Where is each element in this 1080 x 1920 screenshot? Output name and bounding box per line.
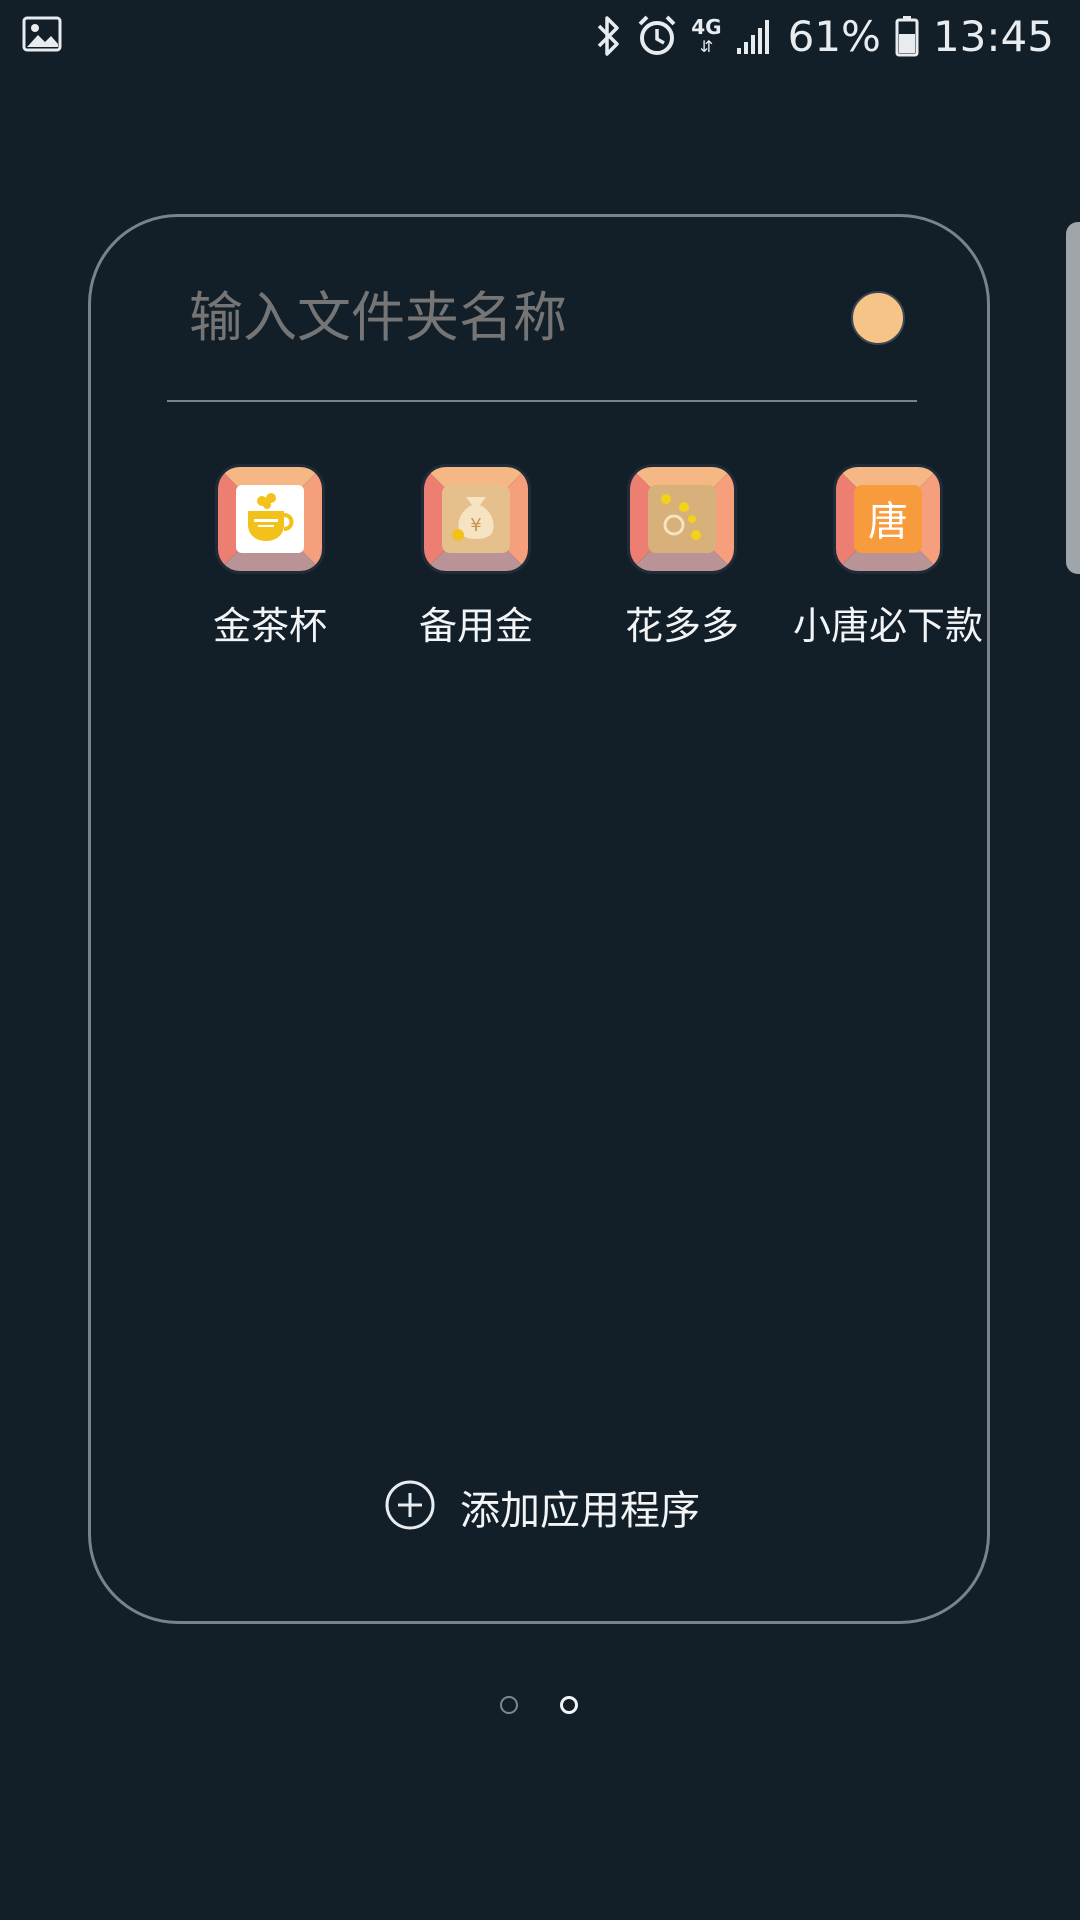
plus-circle-icon — [384, 1479, 436, 1535]
app-label: 花多多 — [624, 604, 739, 648]
app-label: 小唐必下款 — [792, 604, 983, 648]
page-dot[interactable] — [500, 1696, 518, 1714]
coins-icon — [630, 467, 734, 571]
add-apps-button[interactable]: 添加应用程序 — [91, 1477, 993, 1537]
page-indicator — [0, 1696, 1080, 1720]
clock: 13:45 — [932, 11, 1054, 61]
network-type: 4G ⇵ — [691, 17, 721, 55]
data-arrows-icon: ⇵ — [699, 37, 714, 56]
bluetooth-icon — [593, 14, 623, 58]
app-label: 金茶杯 — [212, 604, 327, 648]
signal-icon — [736, 16, 774, 56]
tang-character-icon: 唐 — [836, 467, 940, 571]
page-dot-current[interactable] — [560, 1696, 578, 1714]
image-icon — [22, 14, 62, 54]
add-apps-label: 添加应用程序 — [460, 1488, 700, 1534]
battery-percent: 61% — [787, 11, 881, 61]
folder-panel: 金茶杯 ¥ 备用金 — [88, 214, 990, 1624]
tang-glyph: 唐 — [868, 499, 908, 545]
app-item[interactable]: ¥ 备用金 — [376, 467, 576, 667]
folder-name-input[interactable] — [187, 277, 811, 359]
app-label: 备用金 — [418, 604, 533, 648]
app-item[interactable]: 唐 小唐必下款 — [788, 467, 988, 667]
battery-icon — [895, 15, 919, 57]
money-bag-icon: ¥ — [424, 467, 528, 571]
app-item[interactable]: 金茶杯 — [170, 467, 370, 667]
folder-color-button[interactable] — [851, 291, 905, 345]
divider — [167, 400, 917, 402]
edge-panel-handle[interactable] — [1066, 222, 1080, 574]
folder-app-grid: 金茶杯 ¥ 备用金 花多多 唐 小唐必下款 — [91, 467, 993, 667]
svg-text:¥: ¥ — [470, 515, 481, 536]
network-label: 4G — [691, 15, 722, 39]
golden-cup-icon — [218, 467, 322, 571]
app-item[interactable]: 花多多 — [582, 467, 782, 667]
alarm-icon — [637, 14, 677, 58]
status-bar: 4G ⇵ 61% 13:45 — [0, 0, 1080, 72]
